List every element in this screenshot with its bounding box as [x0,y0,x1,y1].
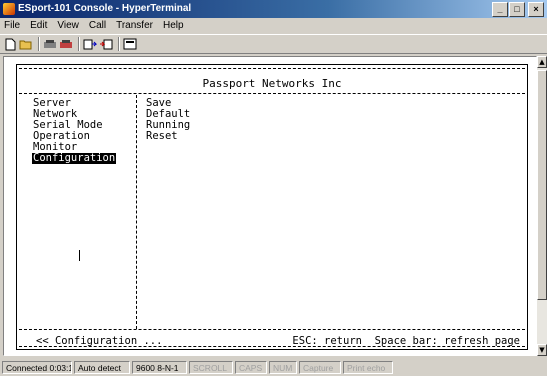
toolbar-separator [118,37,120,51]
status-scroll: SCROLL [189,361,233,374]
text-cursor [79,250,80,261]
menu-edit[interactable]: Edit [30,18,47,34]
menu-view[interactable]: View [57,18,79,34]
status-print-echo: Print echo [343,361,393,374]
status-num: NUM [269,361,297,374]
submenu-item-reset[interactable]: Reset [146,131,190,142]
menu-file[interactable]: File [4,18,20,34]
connect-icon[interactable] [43,37,57,51]
bottom-divider [19,346,525,347]
menu-call[interactable]: Call [89,18,106,34]
terminal-window[interactable]: Passport Networks Inc Server Network Ser… [3,56,537,356]
status-connected: Connected 0:03:13 [2,361,72,374]
main-menu: Server Network Serial Mode Operation Mon… [32,98,117,164]
top-divider [19,68,525,69]
toolbar-separator [38,37,40,51]
maximize-button[interactable]: □ [509,2,525,17]
terminal-screen: Passport Networks Inc Server Network Ser… [16,64,528,350]
vertical-scrollbar[interactable]: ▲ ▼ [537,56,547,356]
status-caps: CAPS [235,361,267,374]
disconnect-icon[interactable] [59,37,73,51]
status-bar: Connected 0:03:13 Auto detect 9600 8-N-1… [0,359,547,376]
send-icon[interactable] [83,37,97,51]
footer-divider [19,329,525,330]
receive-icon[interactable] [99,37,113,51]
menu-item-configuration-selected[interactable]: Configuration [32,153,117,164]
open-icon[interactable] [19,37,33,51]
scroll-down-button[interactable]: ▼ [537,344,547,356]
menu-bar: File Edit View Call Transfer Help [0,18,547,34]
hyperterminal-app-icon[interactable] [3,3,15,15]
column-divider [136,95,137,329]
menu-help[interactable]: Help [163,18,184,34]
scroll-thumb[interactable] [537,70,547,300]
window-controls: _ □ × [492,2,544,17]
terminal-header: Passport Networks Inc [202,77,342,90]
close-button[interactable]: × [528,2,544,17]
window-title: ESport-101 Console - HyperTerminal [18,3,192,14]
properties-icon[interactable] [123,37,137,51]
title-bar[interactable]: ESport-101 Console - HyperTerminal _ □ × [0,0,547,18]
status-port-settings: 9600 8-N-1 [132,361,187,374]
configuration-submenu: Save Default Running Reset [146,98,190,142]
scroll-up-button[interactable]: ▲ [537,56,547,68]
new-icon[interactable] [3,37,17,51]
toolbar-separator [78,37,80,51]
status-capture: Capture [299,361,341,374]
menu-transfer[interactable]: Transfer [116,18,153,34]
toolbar [0,34,547,54]
header-divider [19,93,525,94]
status-emulation: Auto detect [74,361,130,374]
minimize-button[interactable]: _ [492,2,508,17]
